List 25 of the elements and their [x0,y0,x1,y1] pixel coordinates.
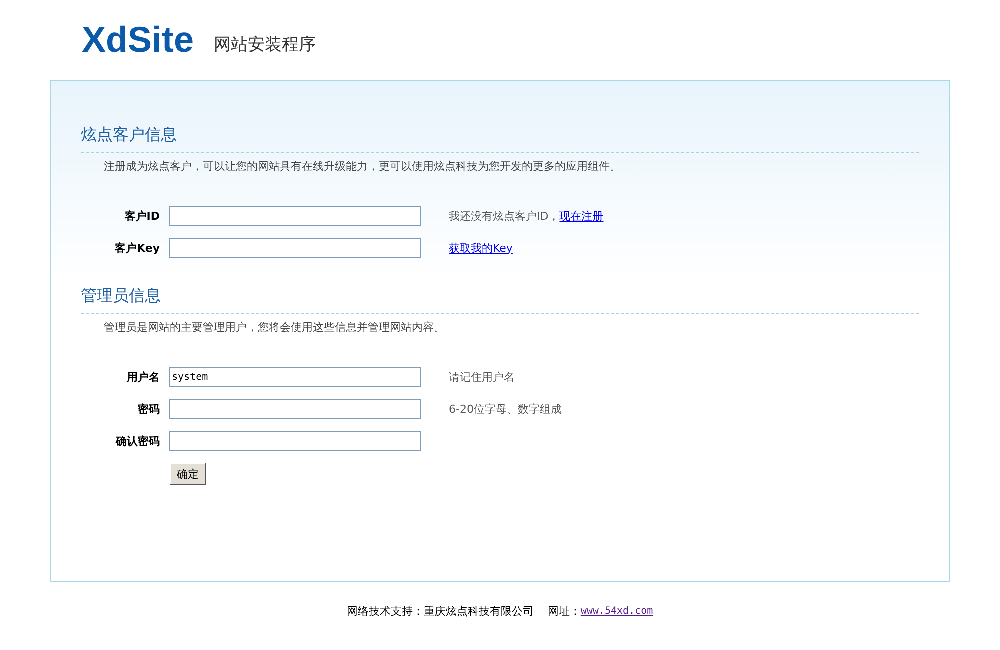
field-label: 客户ID [124,208,160,224]
input-field[interactable] [169,431,421,451]
input-field[interactable]: system [169,367,421,387]
footer-site-label: 网址： [548,604,581,619]
section-description: 管理员是网站的主要管理用户，您将会使用这些信息并管理网站内容。 [103,320,446,335]
field-hint: 我还没有炫点客户ID， [449,208,560,224]
section-description: 注册成为炫点客户，可以让您的网站具有在线升级能力，更可以使用炫点科技为您开发的更多的应用组件。 [103,159,622,174]
section-title: 炫点客户信息 [81,125,919,153]
field-hint: 请记住用户名 [449,370,515,384]
section-title: 管理员信息 [81,286,919,314]
footer-link[interactable]: www.54xd.com [580,606,654,617]
page-subtitle: 网站安装程序 [214,34,316,56]
input-field[interactable] [169,399,421,419]
field-label: 客户Key [114,240,160,256]
submit-button[interactable]: 确定 [170,463,206,485]
input-field[interactable] [169,238,421,258]
field-link[interactable]: 获取我的Key [449,240,513,256]
footer-text: 网络技术支持：重庆炫点科技有限公司 [346,604,534,619]
field-hint: 6-20位字母、数字组成 [449,402,562,416]
field-label: 确认密码 [114,434,160,448]
input-field[interactable] [169,206,421,226]
field-label: 密码 [137,402,160,416]
field-label: 用户名 [126,370,160,384]
logo: XdSite [82,19,194,61]
field-link[interactable]: 现在注册 [560,208,604,224]
